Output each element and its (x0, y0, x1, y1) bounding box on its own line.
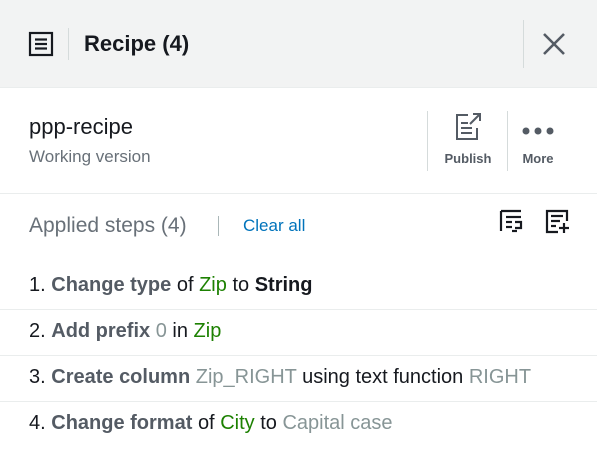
publish-label: Publish (444, 151, 492, 166)
step-column: City (220, 412, 255, 434)
step-item-3[interactable]: 3. Create column Zip_RIGHT using text fu… (0, 356, 597, 402)
step-item-4[interactable]: 4. Change format of City to Capital case (0, 402, 597, 448)
step-text: to (232, 274, 250, 296)
close-icon (543, 33, 565, 55)
header-divider (68, 28, 69, 60)
action-divider (427, 111, 428, 171)
step-column: Zip_RIGHT (195, 366, 297, 388)
step-item-1[interactable]: 1. Change type of Zip to String (0, 264, 597, 310)
more-icon (522, 123, 554, 141)
step-column: Zip (199, 274, 227, 296)
step-action: Change format (51, 412, 193, 434)
step-text: in (172, 320, 188, 342)
import-steps-button[interactable] (544, 208, 570, 234)
step-value: String (254, 274, 313, 296)
preview-steps-icon (499, 209, 523, 233)
step-number: 1. (29, 274, 46, 296)
step-action: Change type (51, 274, 172, 296)
steps-header-divider (218, 216, 219, 236)
recipe-list-icon (28, 31, 54, 57)
header-divider-right (523, 20, 524, 68)
close-button[interactable] (540, 30, 568, 58)
applied-steps-title: Applied steps (4) (29, 214, 187, 237)
step-value: RIGHT (468, 366, 532, 388)
step-value: Capital case (282, 412, 393, 434)
step-text: of (197, 412, 215, 434)
step-value: 0 (155, 320, 167, 342)
publish-icon (453, 112, 483, 147)
step-column: Zip (193, 320, 222, 342)
step-item-2[interactable]: 2. Add prefix 0 in Zip (0, 310, 597, 356)
panel-title: Recipe (4) (84, 31, 190, 56)
step-text: of (176, 274, 194, 296)
preview-steps-button[interactable] (498, 208, 524, 234)
step-action: Add prefix (51, 320, 151, 342)
step-number: 3. (29, 366, 46, 388)
step-number: 4. (29, 412, 46, 434)
import-steps-icon (545, 209, 569, 234)
more-button[interactable]: More (503, 112, 573, 172)
clear-all-link[interactable]: Clear all (243, 216, 305, 236)
more-label: More (522, 151, 554, 166)
step-number: 2. (29, 320, 46, 342)
recipe-summary: ppp-recipe Working version Publish More (0, 88, 597, 194)
applied-steps-header: Applied steps (4) Clear all (0, 194, 597, 254)
recipe-version-status: Working version (29, 147, 151, 166)
publish-button[interactable]: Publish (433, 112, 503, 172)
recipe-name: ppp-recipe (29, 114, 133, 139)
step-text: to (260, 412, 277, 434)
step-text: using text function (302, 366, 464, 388)
step-action: Create column (51, 366, 191, 388)
panel-header: Recipe (4) (0, 0, 597, 88)
